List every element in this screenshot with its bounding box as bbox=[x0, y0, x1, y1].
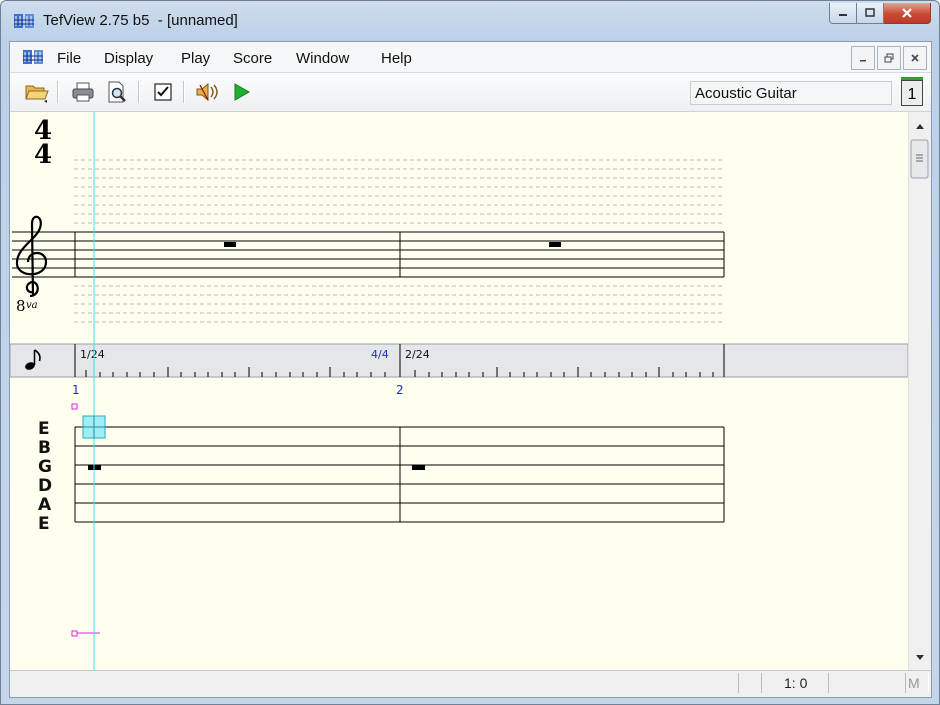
menu-play[interactable]: Play bbox=[181, 50, 210, 67]
tablature-staff bbox=[74, 426, 725, 523]
folder-open-icon bbox=[25, 85, 49, 103]
measure-number: 1 bbox=[72, 383, 80, 397]
restore-icon bbox=[884, 53, 894, 63]
string-name-e-high: E bbox=[38, 419, 50, 439]
half-rest[interactable] bbox=[549, 242, 561, 247]
ruler-label-start: 1/24 bbox=[80, 348, 105, 361]
scroll-thumb[interactable] bbox=[910, 139, 929, 179]
menu-score[interactable]: Score bbox=[233, 50, 272, 67]
octave-marker: 8 bbox=[16, 297, 26, 315]
toolbar: Acoustic Guitar 1 bbox=[10, 73, 931, 112]
time-signature-bottom: 4 bbox=[34, 140, 52, 170]
checkbox-toggle-button[interactable] bbox=[150, 80, 176, 104]
play-icon bbox=[234, 83, 251, 101]
mdi-buttons bbox=[851, 46, 927, 70]
app-icon bbox=[14, 14, 34, 28]
checkbox-checked-icon bbox=[154, 83, 172, 101]
string-name-g: G bbox=[38, 457, 52, 477]
toolbar-separator bbox=[183, 81, 185, 103]
open-button[interactable] bbox=[24, 80, 50, 104]
measure-number: 2 bbox=[396, 383, 404, 397]
play-button[interactable] bbox=[228, 80, 254, 104]
string-name-b: B bbox=[38, 438, 51, 458]
minimize-icon bbox=[839, 14, 847, 16]
toolbar-separator bbox=[138, 81, 140, 103]
menu-help[interactable]: Help bbox=[381, 50, 412, 67]
status-bar: 1: 0 M bbox=[10, 670, 931, 697]
title-bar[interactable]: TefView 2.75 b5 - [unnamed] bbox=[1, 1, 939, 41]
menu-display[interactable]: Display bbox=[104, 50, 153, 67]
selection-marker-top[interactable] bbox=[71, 403, 78, 410]
status-cell bbox=[828, 673, 906, 693]
ledger-lines-above bbox=[74, 159, 724, 224]
close-button[interactable] bbox=[884, 3, 931, 24]
treble-clef-icon bbox=[15, 215, 48, 298]
minimize-icon bbox=[860, 60, 866, 62]
string-name-a: A bbox=[38, 495, 52, 515]
print-preview-button[interactable] bbox=[104, 80, 130, 104]
octave-marker-sup: va bbox=[26, 300, 38, 311]
ledger-lines-below bbox=[74, 285, 724, 323]
vertical-scrollbar[interactable] bbox=[908, 112, 931, 670]
app-window: TefView 2.75 b5 - [unnamed] File Display bbox=[0, 0, 940, 705]
score-canvas: 4 4 8 va 1/24 4/4 2/24 1 2 E B G D A E bbox=[10, 112, 908, 670]
music-staff bbox=[12, 231, 725, 278]
sound-button[interactable] bbox=[194, 80, 220, 104]
string-name-e-low: E bbox=[38, 514, 50, 534]
mdi-minimize-button[interactable] bbox=[851, 46, 875, 70]
mdi-close-button[interactable] bbox=[903, 46, 927, 70]
document-icon[interactable] bbox=[22, 48, 44, 66]
track-number[interactable]: 1 bbox=[901, 77, 923, 106]
tab-rest[interactable] bbox=[412, 465, 425, 470]
client-area: File Display Play Score Window Help Acou… bbox=[9, 41, 932, 698]
print-preview-icon bbox=[108, 81, 126, 103]
close-icon bbox=[902, 8, 912, 18]
status-cell bbox=[738, 673, 762, 693]
ruler-label-timesig: 4/4 bbox=[371, 348, 389, 361]
close-icon bbox=[911, 54, 919, 62]
menu-file[interactable]: File bbox=[57, 50, 81, 67]
window-title: TefView 2.75 b5 - [unnamed] bbox=[43, 12, 238, 29]
minimize-button[interactable] bbox=[829, 3, 857, 24]
string-name-d: D bbox=[38, 476, 52, 496]
ruler-label-measure2: 2/24 bbox=[405, 348, 430, 361]
scroll-up-icon[interactable] bbox=[916, 124, 924, 129]
score-view[interactable]: 4 4 8 va 1/24 4/4 2/24 1 2 E B G D A E bbox=[10, 112, 908, 670]
printer-icon bbox=[72, 82, 94, 102]
menu-window[interactable]: Window bbox=[296, 50, 349, 67]
scrollbar-graphics bbox=[910, 124, 929, 660]
half-rest[interactable] bbox=[224, 242, 236, 247]
rhythm-ruler[interactable] bbox=[10, 343, 908, 378]
status-mode: M bbox=[908, 675, 920, 691]
maximize-button[interactable] bbox=[857, 3, 884, 24]
selection-marker-bottom[interactable] bbox=[71, 630, 78, 637]
maximize-icon bbox=[865, 8, 875, 17]
scroll-down-icon[interactable] bbox=[916, 655, 924, 660]
toolbar-separator bbox=[57, 81, 59, 103]
menu-bar: File Display Play Score Window Help bbox=[10, 42, 931, 73]
caption-buttons bbox=[829, 3, 931, 25]
print-button[interactable] bbox=[70, 80, 96, 104]
mdi-restore-button[interactable] bbox=[877, 46, 901, 70]
status-position: 1: 0 bbox=[784, 675, 808, 691]
speaker-muted-icon bbox=[196, 82, 218, 102]
instrument-field[interactable]: Acoustic Guitar bbox=[690, 81, 892, 105]
